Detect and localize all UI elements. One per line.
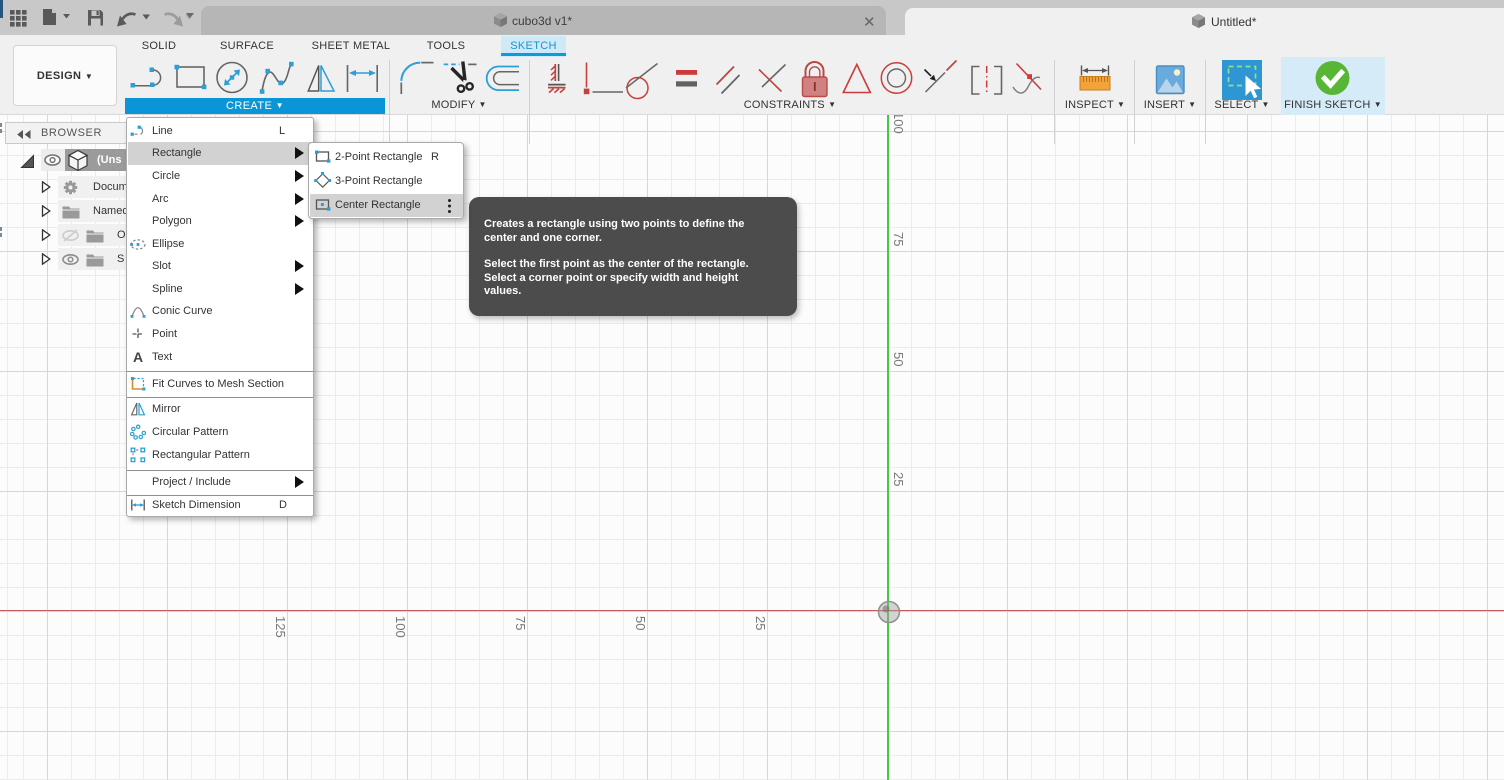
svg-text:A: A [133, 349, 143, 365]
